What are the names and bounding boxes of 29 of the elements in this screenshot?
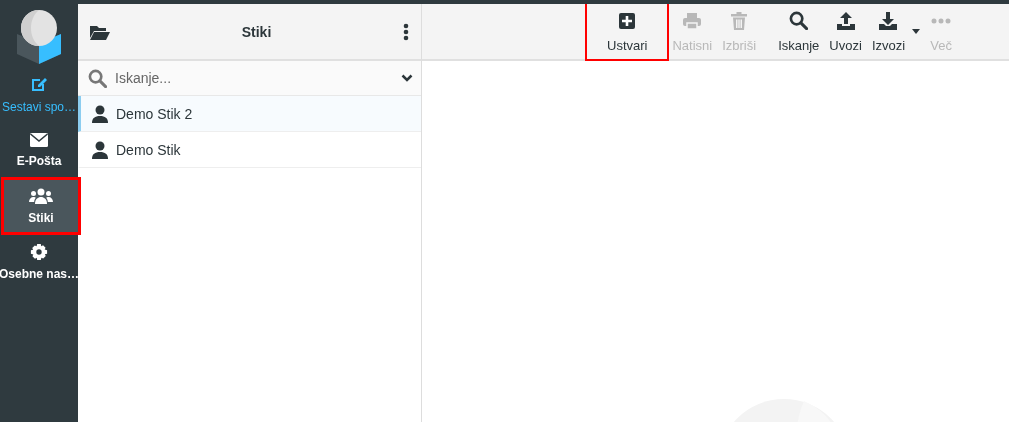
printer-icon <box>682 11 703 30</box>
contact-row[interactable]: Demo Stik <box>78 132 421 168</box>
search-field[interactable]: Iskanje... <box>78 61 421 96</box>
folder-icon[interactable] <box>90 23 110 40</box>
toolbar-button[interactable]: Ustvari <box>587 4 668 59</box>
contact-row[interactable]: Demo Stik 2 <box>78 96 421 132</box>
search-icon <box>88 68 107 88</box>
search-icon <box>789 11 809 30</box>
person-icon <box>92 104 108 123</box>
nav-item[interactable]: Sestavi spo… <box>0 66 78 122</box>
toolbar-button[interactable]: Uvozi <box>824 6 867 57</box>
upload-icon <box>835 10 856 31</box>
download-icon <box>878 10 899 31</box>
more-icon <box>931 17 952 24</box>
nav-item[interactable]: Stiki <box>2 178 80 234</box>
people-icon <box>29 187 53 205</box>
trash-icon <box>731 11 748 30</box>
menu-icon[interactable] <box>403 22 409 41</box>
person-icon <box>92 140 108 159</box>
chevron-down-icon[interactable] <box>401 74 413 82</box>
envelope-icon <box>29 132 49 148</box>
nav-item[interactable]: Osebne nas… <box>0 234 78 290</box>
settings-icon <box>30 243 48 261</box>
toolbar-button[interactable]: Iskanje <box>773 6 825 57</box>
panel-title: Stiki <box>240 23 273 40</box>
nav-item[interactable]: E-Pošta <box>0 122 78 178</box>
toolbar-button[interactable]: Izvozi <box>866 6 911 57</box>
plus-icon <box>618 11 637 30</box>
search-input[interactable]: Iskanje... <box>113 69 395 87</box>
